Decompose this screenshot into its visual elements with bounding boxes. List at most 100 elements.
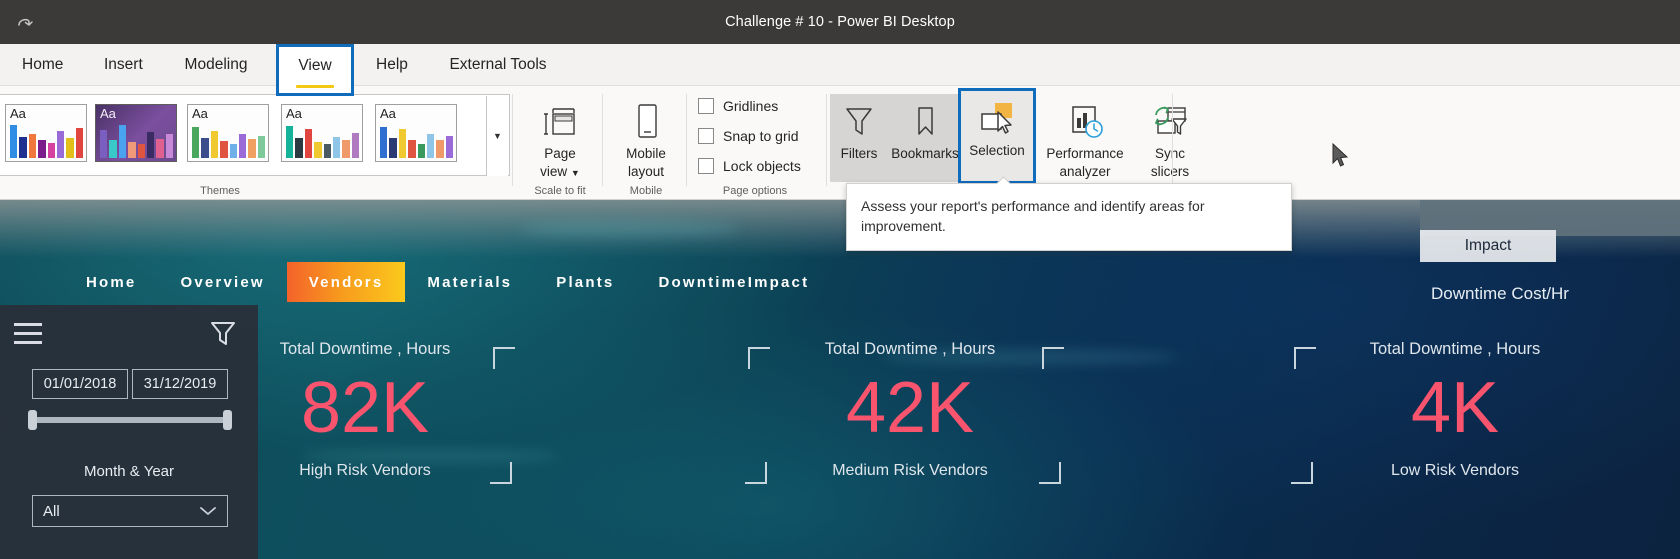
card-corner-mark bbox=[745, 462, 767, 484]
report-nav-bar: Home Overview Vendors Materials Plants D… bbox=[64, 262, 831, 302]
performance-analyzer-icon bbox=[1065, 100, 1105, 144]
checkbox-gridlines[interactable]: Gridlines bbox=[698, 98, 778, 114]
filters-button[interactable]: Filters bbox=[830, 94, 888, 182]
checkbox-box[interactable] bbox=[698, 158, 714, 174]
slicer-panel: 01/01/2018 31/12/2019 Month & Year All bbox=[0, 305, 258, 559]
nav-item-overview[interactable]: Overview bbox=[158, 262, 286, 302]
card-corner-mark bbox=[1042, 347, 1064, 369]
window-title: Challenge # 10 - Power BI Desktop bbox=[725, 14, 955, 30]
kpi-value: 4K bbox=[1410, 368, 1500, 448]
ribbon-tab-view[interactable]: View bbox=[276, 44, 354, 96]
checkbox-label: Gridlines bbox=[723, 98, 779, 114]
page-view-caret-row: view ▼ bbox=[540, 164, 580, 179]
date-end-input[interactable]: 31/12/2019 bbox=[132, 369, 228, 399]
ribbon-separator bbox=[512, 94, 513, 186]
ribbon-separator bbox=[1172, 94, 1173, 186]
chevron-down-icon[interactable]: ▼ bbox=[486, 96, 508, 176]
filter-funnel-icon bbox=[842, 100, 876, 144]
ribbon-tab-modeling[interactable]: Modeling bbox=[170, 44, 262, 86]
themes-gallery[interactable]: Aa Aa Aa Aa Aa ▼ bbox=[0, 94, 510, 176]
date-start-input[interactable]: 01/01/2018 bbox=[32, 369, 128, 399]
card-corner-mark bbox=[1039, 462, 1061, 484]
ribbon-tab-strip: Home Insert Modeling View Help External … bbox=[0, 44, 1680, 96]
ribbon-group-themes: Aa Aa Aa Aa Aa ▼ Themes bbox=[0, 86, 512, 200]
kpi-title: Total Downtime , Hours bbox=[279, 340, 451, 358]
theme-swatch-3[interactable]: Aa bbox=[187, 104, 269, 162]
checkbox-label: Lock objects bbox=[723, 158, 801, 174]
active-tab-underline bbox=[296, 85, 334, 88]
sync-slicers-icon bbox=[1150, 100, 1190, 144]
page-view-button[interactable]: Page view ▼ bbox=[523, 94, 597, 182]
nav-item-materials[interactable]: Materials bbox=[405, 262, 534, 302]
slider-handle-left[interactable] bbox=[28, 410, 37, 430]
theme-bars bbox=[100, 124, 173, 158]
mobile-layout-button[interactable]: Mobile layout bbox=[609, 94, 683, 182]
group-label-mobile: Mobile bbox=[629, 185, 663, 197]
nav-item-vendors[interactable]: Vendors bbox=[286, 262, 406, 302]
kpi-title: Total Downtime , Hours bbox=[824, 340, 996, 358]
kpi-subtitle: Low Risk Vendors bbox=[1390, 462, 1520, 479]
performance-analyzer-button[interactable]: Performance analyzer bbox=[1036, 94, 1134, 182]
checkbox-box[interactable] bbox=[698, 128, 714, 144]
title-bar: Challenge # 10 - Power BI Desktop bbox=[0, 0, 1680, 44]
chevron-down-icon[interactable] bbox=[199, 503, 217, 520]
ribbon-body: Aa Aa Aa Aa Aa ▼ Themes Page view ▼ Scal… bbox=[0, 86, 1680, 200]
ribbon-tab-home[interactable]: Home bbox=[8, 44, 72, 86]
ribbon-separator bbox=[602, 94, 603, 186]
theme-swatch-5[interactable]: Aa bbox=[375, 104, 457, 162]
page-view-icon bbox=[540, 100, 580, 144]
checkbox-box[interactable] bbox=[698, 98, 714, 114]
card-corner-mark bbox=[1291, 462, 1313, 484]
card-corner-mark bbox=[490, 462, 512, 484]
theme-bars bbox=[380, 124, 453, 158]
ribbon-group-mobile: Mobile layout Mobile bbox=[606, 86, 686, 200]
tooltip-arrow bbox=[995, 176, 1011, 184]
bookmarks-button[interactable]: Bookmarks bbox=[888, 94, 962, 182]
theme-bars bbox=[286, 124, 359, 158]
date-range-slider[interactable] bbox=[28, 410, 232, 430]
dropdown-value: All bbox=[43, 502, 60, 520]
kpi-subtitle: High Risk Vendors bbox=[299, 462, 431, 479]
theme-bars bbox=[10, 124, 83, 158]
slider-handle-right[interactable] bbox=[223, 410, 232, 430]
nav-item-downtime-impact[interactable]: DowntimeImpact bbox=[636, 262, 831, 302]
checkbox-snap-to-grid[interactable]: Snap to grid bbox=[698, 128, 799, 144]
theme-swatch-2[interactable]: Aa bbox=[95, 104, 177, 162]
kpi-subtitle: Medium Risk Vendors bbox=[832, 462, 988, 479]
report-canvas[interactable]: Home Overview Vendors Materials Plants D… bbox=[0, 200, 1680, 559]
mouse-cursor-icon bbox=[1332, 142, 1349, 173]
hamburger-menu-icon[interactable] bbox=[14, 323, 42, 350]
nav-item-plants[interactable]: Plants bbox=[534, 262, 636, 302]
ribbon-separator bbox=[686, 94, 687, 186]
ribbon-tab-help[interactable]: Help bbox=[362, 44, 418, 86]
ribbon-group-scale-to-fit: Page view ▼ Scale to fit bbox=[518, 86, 602, 200]
selection-button[interactable]: Selection bbox=[958, 88, 1036, 184]
selection-pane-icon bbox=[977, 97, 1017, 141]
mobile-layout-icon bbox=[629, 100, 663, 144]
theme-bars bbox=[192, 124, 265, 158]
theme-swatch-4[interactable]: Aa bbox=[281, 104, 363, 162]
month-year-dropdown[interactable]: All bbox=[32, 495, 228, 527]
group-label-scale-to-fit: Scale to fit bbox=[534, 185, 586, 197]
decorative-wisp bbox=[300, 450, 560, 462]
filter-funnel-icon[interactable] bbox=[208, 319, 238, 354]
power-bi-desktop-window: Challenge # 10 - Power BI Desktop Home I… bbox=[0, 0, 1680, 559]
kpi-title: Total Downtime , Hours bbox=[1369, 340, 1541, 358]
nav-item-home[interactable]: Home bbox=[64, 262, 158, 302]
chevron-down-icon[interactable]: ▼ bbox=[571, 168, 580, 178]
ribbon-tab-insert[interactable]: Insert bbox=[90, 44, 154, 86]
month-year-label: Month & Year bbox=[83, 463, 175, 480]
group-label-themes: Themes bbox=[200, 185, 240, 197]
downtime-cost-label: Downtime Cost/Hr bbox=[1431, 284, 1569, 303]
theme-swatch-1[interactable]: Aa bbox=[5, 104, 87, 162]
impact-button[interactable]: Impact bbox=[1420, 230, 1556, 262]
ribbon-group-page-options: Gridlines Snap to grid Lock objects Page… bbox=[690, 86, 820, 200]
card-corner-mark bbox=[748, 347, 770, 369]
performance-analyzer-tooltip: Assess your report's performance and ide… bbox=[846, 183, 1292, 251]
ribbon-separator bbox=[826, 94, 827, 186]
sync-slicers-button[interactable]: Sync slicers bbox=[1134, 94, 1206, 182]
ribbon-tab-external-tools[interactable]: External Tools bbox=[428, 44, 568, 86]
group-label-page-options: Page options bbox=[722, 185, 788, 197]
kpi-value: 42K bbox=[845, 368, 975, 448]
checkbox-lock-objects[interactable]: Lock objects bbox=[698, 158, 801, 174]
